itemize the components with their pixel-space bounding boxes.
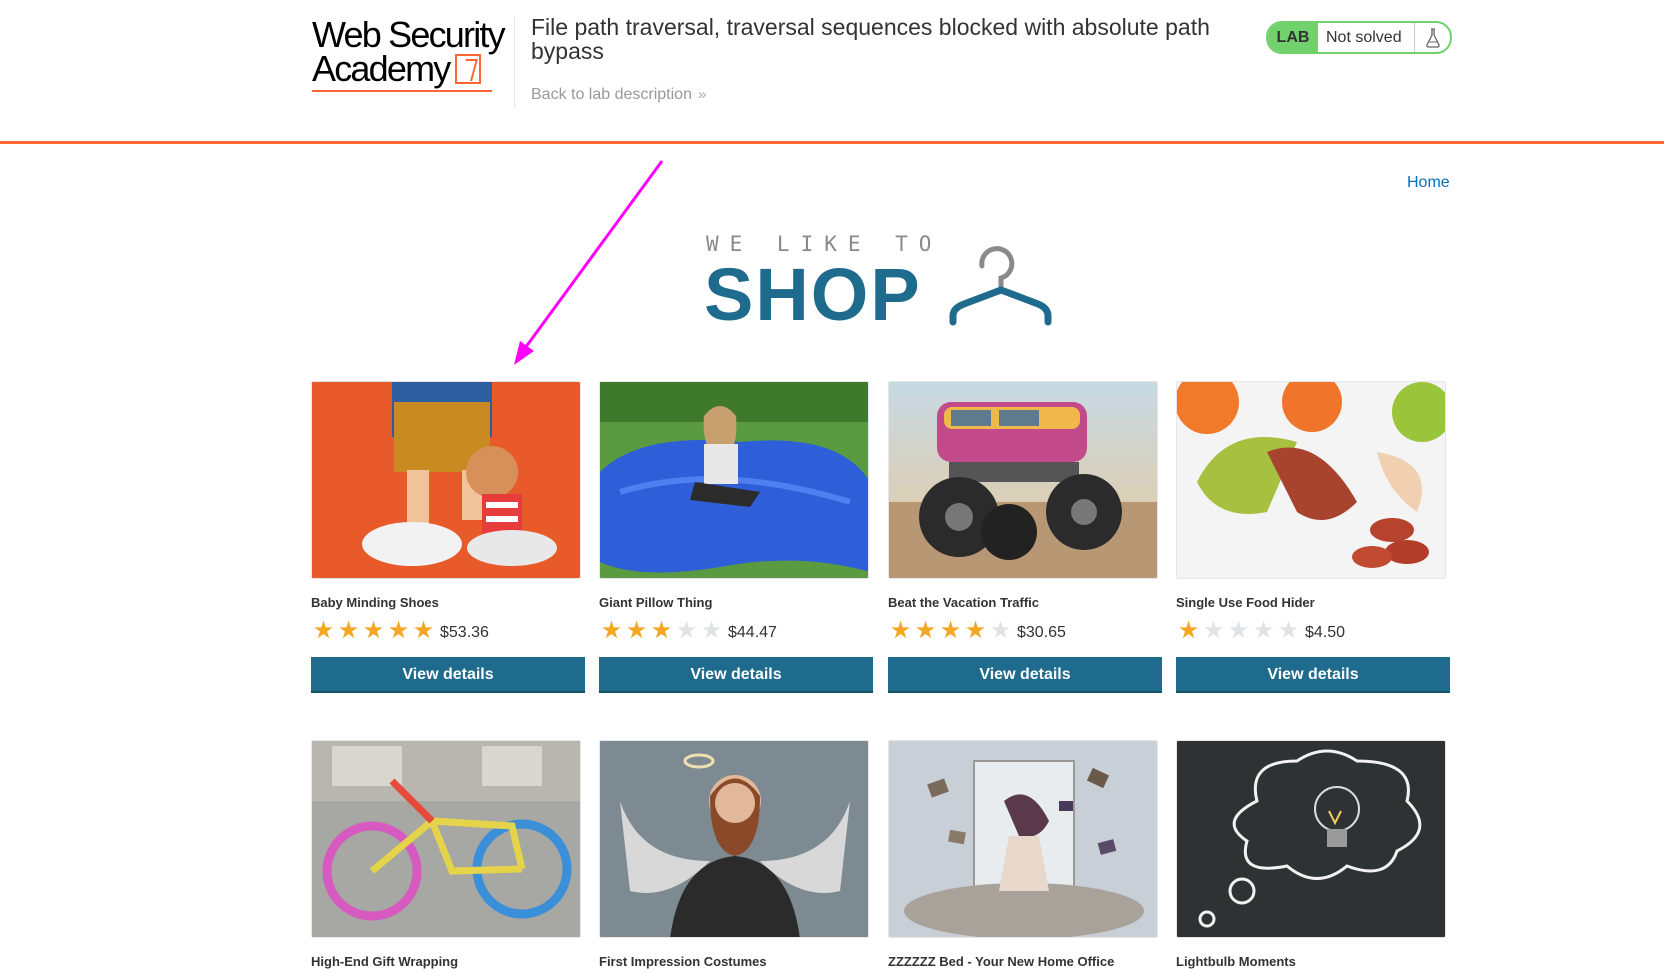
product-image: [599, 381, 869, 579]
site-header: Web Security Academy File path traversal…: [0, 0, 1664, 144]
star-empty-icon: ★: [1252, 617, 1275, 644]
product-card: Lightbulb Moments: [1176, 740, 1450, 970]
back-link-label: Back to lab description: [531, 86, 692, 103]
star-empty-icon: ★: [1277, 617, 1300, 644]
product-image: [888, 740, 1158, 938]
product-meta: ★ ★ ★ ★ ★ $30.65: [888, 619, 1162, 643]
star-filled-icon: ★: [312, 617, 335, 644]
star-filled-icon: ★: [650, 617, 673, 644]
product-image: [888, 381, 1158, 579]
rating-stars: ★ ★ ★ ★ ★: [599, 619, 724, 643]
star-empty-icon: ★: [989, 617, 1012, 644]
product-price: $44.47: [728, 624, 777, 641]
header-divider: [514, 16, 515, 108]
product-card: Baby Minding Shoes ★ ★ ★ ★ ★ $53.36 View det…: [311, 381, 585, 693]
product-image: [311, 740, 581, 938]
product-name: Single Use Food Hider: [1176, 595, 1315, 610]
product-image: [599, 740, 869, 938]
logo-line-1: Web Security: [312, 14, 506, 55]
lab-badge: LAB: [1268, 23, 1318, 52]
star-filled-icon: ★: [387, 617, 410, 644]
product-card: Beat the Vacation Traffic ★ ★ ★ ★ ★ $30.65 V…: [888, 381, 1162, 693]
lab-title: File path traversal, traversal sequences…: [531, 14, 1210, 64]
rating-stars: ★ ★ ★ ★ ★: [888, 619, 1013, 643]
product-name: Baby Minding Shoes: [311, 595, 439, 610]
home-link[interactable]: Home: [1407, 174, 1450, 192]
star-filled-icon: ★: [964, 617, 987, 644]
product-meta: ★ ★ ★ ★ ★ $4.50: [1176, 619, 1450, 643]
academy-logo[interactable]: Web Security Academy: [312, 14, 520, 94]
rating-stars: ★ ★ ★ ★ ★: [311, 619, 436, 643]
product-price: $4.50: [1305, 624, 1346, 641]
product-name: Lightbulb Moments: [1176, 954, 1296, 969]
product-name: High-End Gift Wrapping: [311, 954, 459, 969]
star-filled-icon: ★: [625, 617, 648, 644]
star-empty-icon: ★: [675, 617, 698, 644]
product-image: [1176, 740, 1446, 938]
lab-status-widget[interactable]: LAB Not solved: [1266, 21, 1452, 54]
star-filled-icon: ★: [914, 617, 937, 644]
product-image: [1176, 381, 1446, 579]
lab-status-text: Not solved: [1326, 28, 1402, 46]
product-price: $53.36: [440, 624, 489, 641]
shop-banner: WE LIKE TO SHOP: [704, 232, 1060, 332]
view-details-button[interactable]: View details: [888, 657, 1162, 693]
product-image: [311, 381, 581, 579]
back-to-lab-description-link[interactable]: Back to lab description »: [531, 86, 706, 104]
view-details-button[interactable]: View details: [311, 657, 585, 693]
product-name: Beat the Vacation Traffic: [888, 595, 1039, 610]
product-card: ZZZZZZ Bed - Your New Home Office: [888, 740, 1162, 970]
logo-mark-icon: [455, 54, 482, 84]
star-empty-icon: ★: [1202, 617, 1225, 644]
star-filled-icon: ★: [362, 617, 385, 644]
star-filled-icon: ★: [600, 617, 623, 644]
product-meta: ★ ★ ★ ★ ★ $53.36: [311, 619, 585, 643]
logo-underline: [312, 90, 492, 92]
hanger-icon: [949, 246, 1052, 326]
product-name: First Impression Costumes: [599, 954, 767, 969]
product-card: High-End Gift Wrapping: [311, 740, 585, 970]
star-filled-icon: ★: [939, 617, 962, 644]
product-card: First Impression Costumes: [599, 740, 873, 970]
rating-stars: ★ ★ ★ ★ ★: [1176, 619, 1301, 643]
view-details-button[interactable]: View details: [1176, 657, 1450, 693]
product-card: Giant Pillow Thing ★ ★ ★ ★ ★ $44.47 View det…: [599, 381, 873, 693]
star-filled-icon: ★: [1177, 617, 1200, 644]
star-filled-icon: ★: [889, 617, 912, 644]
view-details-button[interactable]: View details: [599, 657, 873, 693]
double-chevron-right-icon: »: [697, 86, 707, 103]
product-name: Giant Pillow Thing: [599, 595, 713, 610]
product-price: $30.65: [1017, 624, 1066, 641]
product-name: ZZZZZZ Bed - Your New Home Office: [888, 954, 1115, 969]
banner-headline: SHOP: [704, 253, 922, 336]
star-filled-icon: ★: [337, 617, 360, 644]
star-filled-icon: ★: [412, 617, 435, 644]
product-card: Single Use Food Hider ★ ★ ★ ★ ★ $4.50 View d…: [1176, 381, 1450, 693]
star-empty-icon: ★: [1227, 617, 1250, 644]
flask-icon: [1414, 23, 1450, 52]
annotation-arrow-icon: [514, 160, 664, 365]
product-meta: ★ ★ ★ ★ ★ $44.47: [599, 619, 873, 643]
logo-line-2: Academy: [312, 48, 451, 89]
logo-line-2-wrap: Academy: [312, 48, 520, 89]
star-empty-icon: ★: [700, 617, 723, 644]
